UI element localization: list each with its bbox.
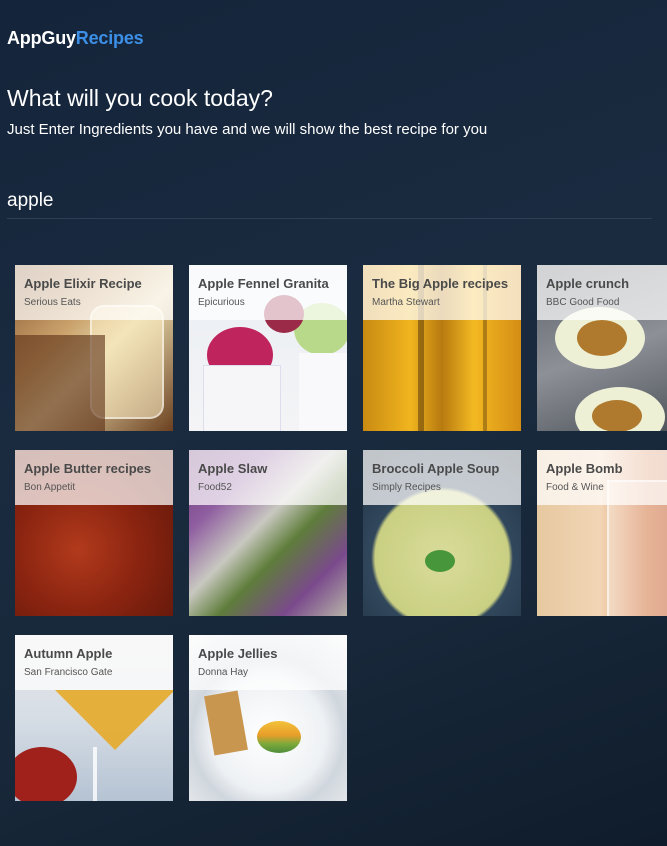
recipe-card[interactable]: Apple Elixir Recipe Serious Eats [15,265,173,431]
ingredient-search-input[interactable] [7,184,652,219]
recipe-card[interactable]: Broccoli Apple Soup Simply Recipes [363,450,521,616]
recipe-title: Autumn Apple [24,646,113,661]
recipe-title: The Big Apple recipes [372,276,509,291]
recipe-card[interactable]: Apple Fennel Granita Epicurious [189,265,347,431]
recipe-title: Apple Slaw [198,461,268,476]
recipe-title: Apple Elixir Recipe [24,276,142,291]
recipe-card[interactable]: Apple Butter recipes Bon Appetit [15,450,173,616]
page-title: What will you cook today? [7,85,273,111]
recipe-source: BBC Good Food [546,297,620,308]
recipe-card[interactable]: Autumn Apple San Francisco Gate [15,635,173,801]
recipe-source: Simply Recipes [372,482,441,493]
recipe-title: Apple Jellies [198,646,278,661]
recipe-title: Apple Bomb [546,461,623,476]
app-logo[interactable]: AppGuyRecipes [7,28,144,49]
recipe-title: Apple crunch [546,276,630,291]
page-subtitle: Just Enter Ingredients you have and we w… [7,121,488,138]
recipe-title: Broccoli Apple Soup [372,461,500,476]
recipe-card[interactable]: Apple Slaw Food52 [189,450,347,616]
recipe-card[interactable]: Apple Jellies Donna Hay [189,635,347,801]
recipe-title: Apple Butter recipes [24,461,152,476]
recipe-source: Food52 [198,482,232,493]
recipe-card[interactable]: The Big Apple recipes Martha Stewart [363,265,521,431]
recipe-source: Serious Eats [24,297,81,308]
recipe-source: Donna Hay [198,667,249,678]
recipe-card[interactable]: Apple crunch BBC Good Food [537,265,667,431]
recipe-source: Martha Stewart [372,297,440,308]
recipe-card[interactable]: Apple Bomb Food & Wine [537,450,667,616]
brand-accent: Recipes [75,28,144,48]
recipe-source: Food & Wine [546,482,604,493]
recipe-source: Bon Appetit [24,482,76,493]
recipe-title: Apple Fennel Granita [198,276,329,291]
recipe-source: San Francisco Gate [24,667,113,678]
brand-name: AppGuy [7,28,76,48]
recipe-source: Epicurious [198,297,245,308]
